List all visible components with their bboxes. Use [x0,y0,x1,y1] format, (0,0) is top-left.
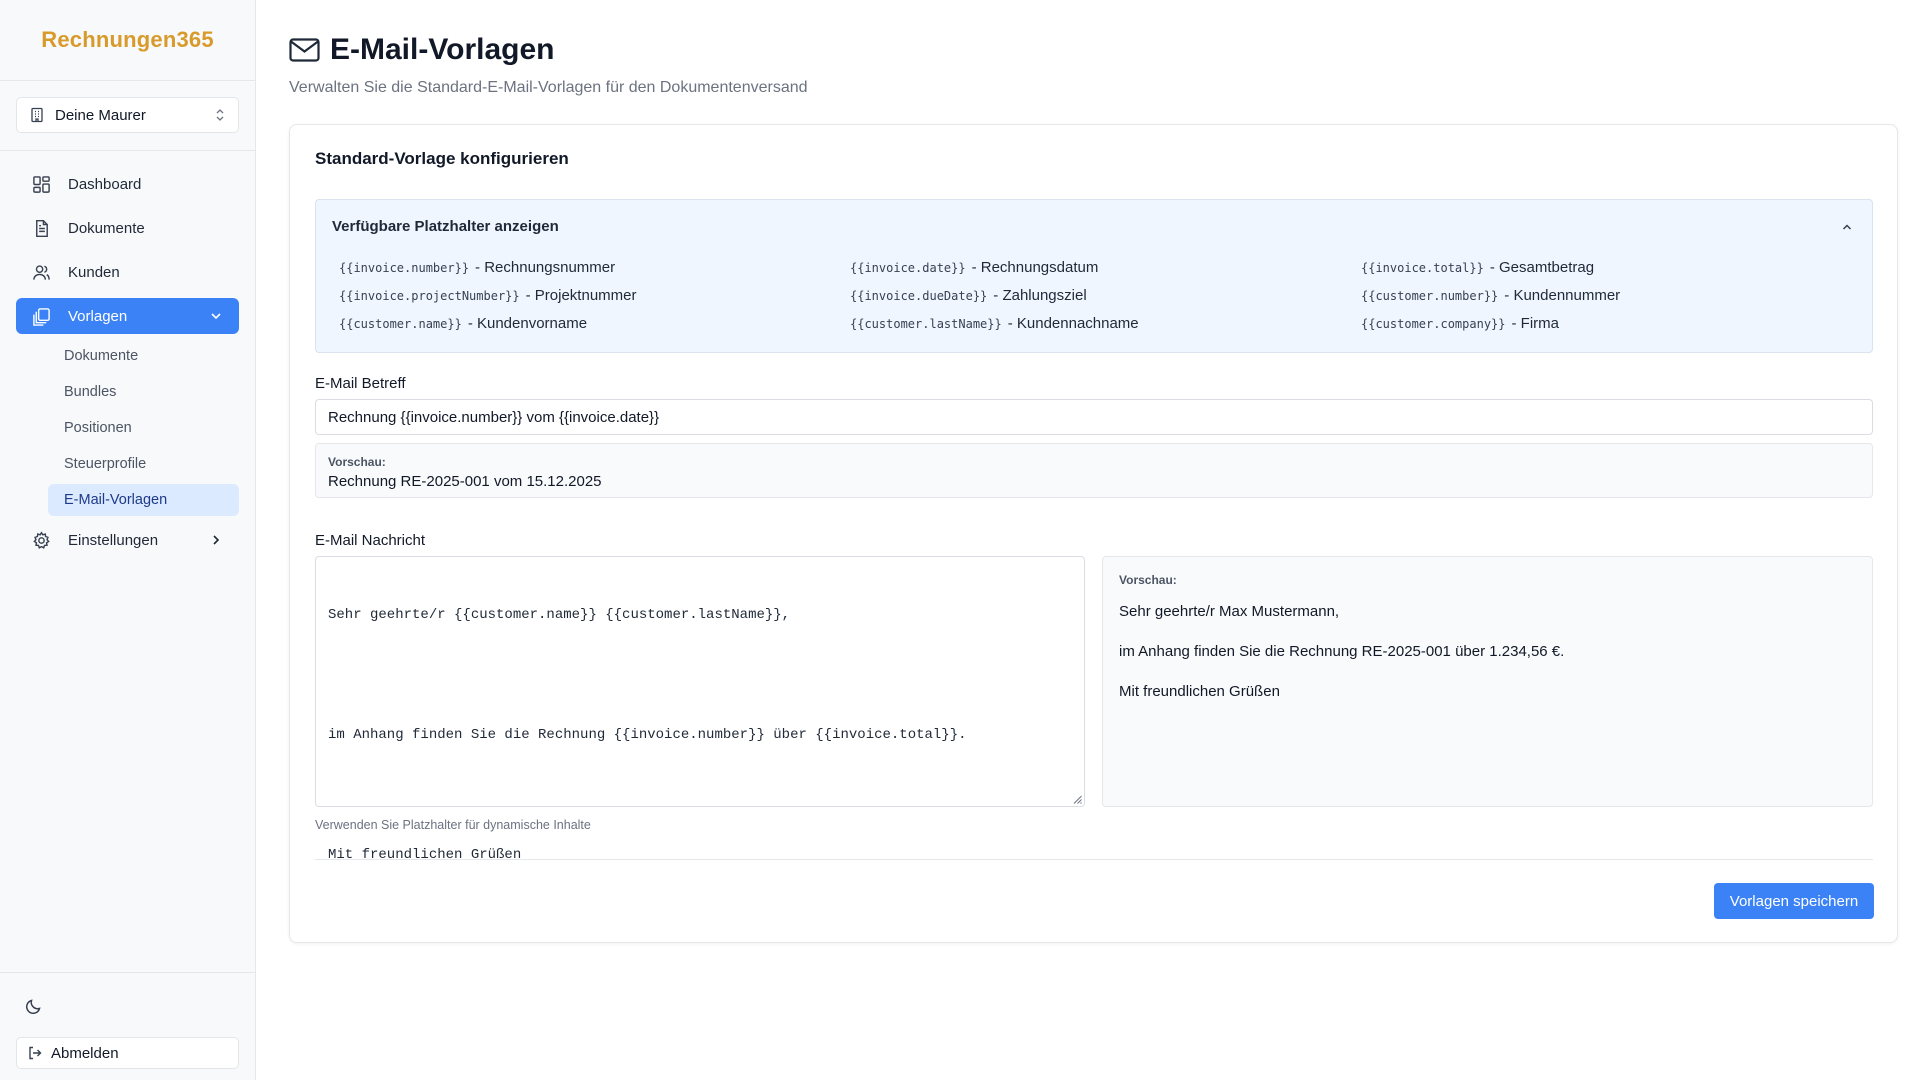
resize-handle-icon[interactable] [1073,795,1082,804]
template-card: Standard-Vorlage konfigurieren Verfügbar… [289,124,1898,943]
placeholder-code: {{invoice.date}} [850,261,966,275]
page-title: E-Mail-Vorlagen [330,33,555,66]
organization-select-value: Deine Maurer [55,106,146,124]
logout-button[interactable]: Abmelden [16,1037,239,1069]
placeholders-grid: {{invoice.number}} - Rechnungsnummer {{in… [339,259,1869,334]
save-templates-button[interactable]: Vorlagen speichern [1714,883,1874,919]
placeholder-code: {{customer.company}} [1361,317,1506,331]
sidebar-item-dokumente[interactable]: Dokumente [16,210,239,246]
sidebar-divider [0,150,256,151]
placeholder-item: {{customer.name}} - Kundenvorname [339,315,850,334]
placeholder-desc: - Gesamtbetrag [1489,259,1595,276]
sidebar-nav: Dashboard Dokumente Kunden Vorlagen Doku… [16,166,239,566]
chevron-right-icon [213,535,220,545]
templates-icon [33,307,50,326]
placeholder-code: {{invoice.total}} [1361,261,1484,275]
subnav-item-email-vorlagen[interactable]: E-Mail-Vorlagen [48,484,239,516]
message-preview-line: im Anhang finden Sie die Rechnung RE-202… [1119,643,1565,660]
placeholder-item: {{invoice.dueDate}} - Zahlungsziel [850,287,1361,306]
placeholder-desc: - Kundenvorname [467,315,588,332]
placeholder-item: {{customer.company}} - Firma [1361,315,1869,334]
message-line: Sehr geehrte/r {{customer.name}} {{custo… [328,607,791,623]
subnav-item-positionen[interactable]: Positionen [48,412,239,444]
document-icon [36,219,48,237]
logout-label: Abmelden [51,1044,119,1062]
sidebar-item-einstellungen[interactable]: Einstellungen [16,522,239,558]
placeholder-item: {{customer.lastName}} - Kundennachname [850,315,1361,334]
subject-preview: Vorschau: Rechnung RE-2025-001 vom 15.12… [315,443,1873,498]
chevron-up-down-icon [216,109,224,121]
placeholder-desc: - Firma [1511,315,1560,332]
placeholder-item: {{invoice.date}} - Rechnungsdatum [850,259,1361,278]
page-header: E-Mail-Vorlagen [289,33,554,67]
placeholder-desc: - Kundennachname [1007,315,1139,332]
sidebar-item-dashboard[interactable]: Dashboard [16,166,239,202]
sidebar-divider-bottom [0,972,256,973]
subnav-item-bundles[interactable]: Bundles [48,376,239,408]
chevron-up-icon[interactable] [1840,220,1854,234]
sidebar-item-label: Dashboard [68,175,142,193]
message-label: E-Mail Nachricht [315,532,426,549]
subject-label: E-Mail Betreff [315,375,406,392]
placeholders-heading[interactable]: Verfügbare Platzhalter anzeigen [332,218,559,235]
sidebar-item-label: Vorlagen [68,307,128,325]
chevron-down-icon [211,313,221,320]
preview-label: Vorschau: [1119,573,1177,587]
sidebar-item-label: Einstellungen [68,531,159,549]
subject-input[interactable] [315,399,1873,435]
placeholder-desc: - Rechnungsnummer [475,259,616,276]
mail-icon [289,38,320,62]
organization-select[interactable]: Deine Maurer [16,97,239,133]
placeholder-desc: - Projektnummer [525,287,637,304]
message-line: im Anhang finden Sie die Rechnung {{invo… [328,727,967,743]
building-icon [31,107,43,123]
users-icon [33,264,50,280]
subnav-item-dokumente[interactable]: Dokumente [48,340,239,372]
placeholder-desc: - Zahlungsziel [993,287,1087,304]
placeholder-item: {{invoice.total}} - Gesamtbetrag [1361,259,1869,278]
placeholder-desc: - Rechnungsdatum [971,259,1099,276]
message-textarea[interactable]: Sehr geehrte/r {{customer.name}} {{custo… [315,556,1085,863]
preview-label: Vorschau: [328,455,386,469]
placeholder-code: {{invoice.projectNumber}} [339,289,520,303]
gear-icon [33,530,50,549]
placeholder-item: {{invoice.projectNumber}} - Projektnummer [339,287,850,306]
page-subtitle: Verwalten Sie die Standard-E-Mail-Vorlag… [289,79,808,96]
placeholder-code: {{customer.name}} [339,317,462,331]
vorlagen-subnav: Dokumente Bundles Positionen Steuerprofi… [48,340,239,516]
logout-icon [29,1046,42,1060]
subject-preview-text: Rechnung RE-2025-001 vom 15.12.2025 [328,473,602,490]
message-preview-line: Mit freundlichen Grüßen [1119,683,1280,700]
message-preview-line: Sehr geehrte/r Max Mustermann, [1119,603,1340,620]
message-preview: Vorschau: Sehr geehrte/r Max Mustermann,… [1102,556,1873,807]
placeholder-code: {{customer.number}} [1361,289,1499,303]
placeholders-panel: Verfügbare Platzhalter anzeigen {{invoic… [315,199,1873,353]
placeholder-code: {{customer.lastName}} [850,317,1002,331]
placeholder-code: {{invoice.number}} [339,261,470,275]
sidebar-item-label: Kunden [68,263,120,281]
placeholder-item: {{invoice.number}} - Rechnungsnummer [339,259,850,278]
message-line: Mit freundlichen Grüßen [328,847,522,863]
placeholder-item: {{customer.number}} - Kundennummer [1361,287,1869,306]
placeholder-desc: - Kundennummer [1504,287,1621,304]
sidebar-item-kunden[interactable]: Kunden [16,254,239,290]
placeholder-code: {{invoice.dueDate}} [850,289,988,303]
subnav-item-steuerprofile[interactable]: Steuerprofile [48,448,239,480]
sidebar-item-vorlagen[interactable]: Vorlagen [16,298,239,334]
placeholder-hint: Verwenden Sie Platzhalter für dynamische… [315,818,591,832]
card-divider [315,859,1873,860]
card-title: Standard-Vorlage konfigurieren [315,149,569,168]
sidebar-item-label: Dokumente [68,219,145,237]
sidebar: Rechnungen365 Deine Maurer Dashboard Dok… [0,0,256,1080]
brand-logo[interactable]: Rechnungen365 [0,0,255,81]
moon-icon[interactable] [24,996,44,1016]
dashboard-icon [33,175,50,193]
